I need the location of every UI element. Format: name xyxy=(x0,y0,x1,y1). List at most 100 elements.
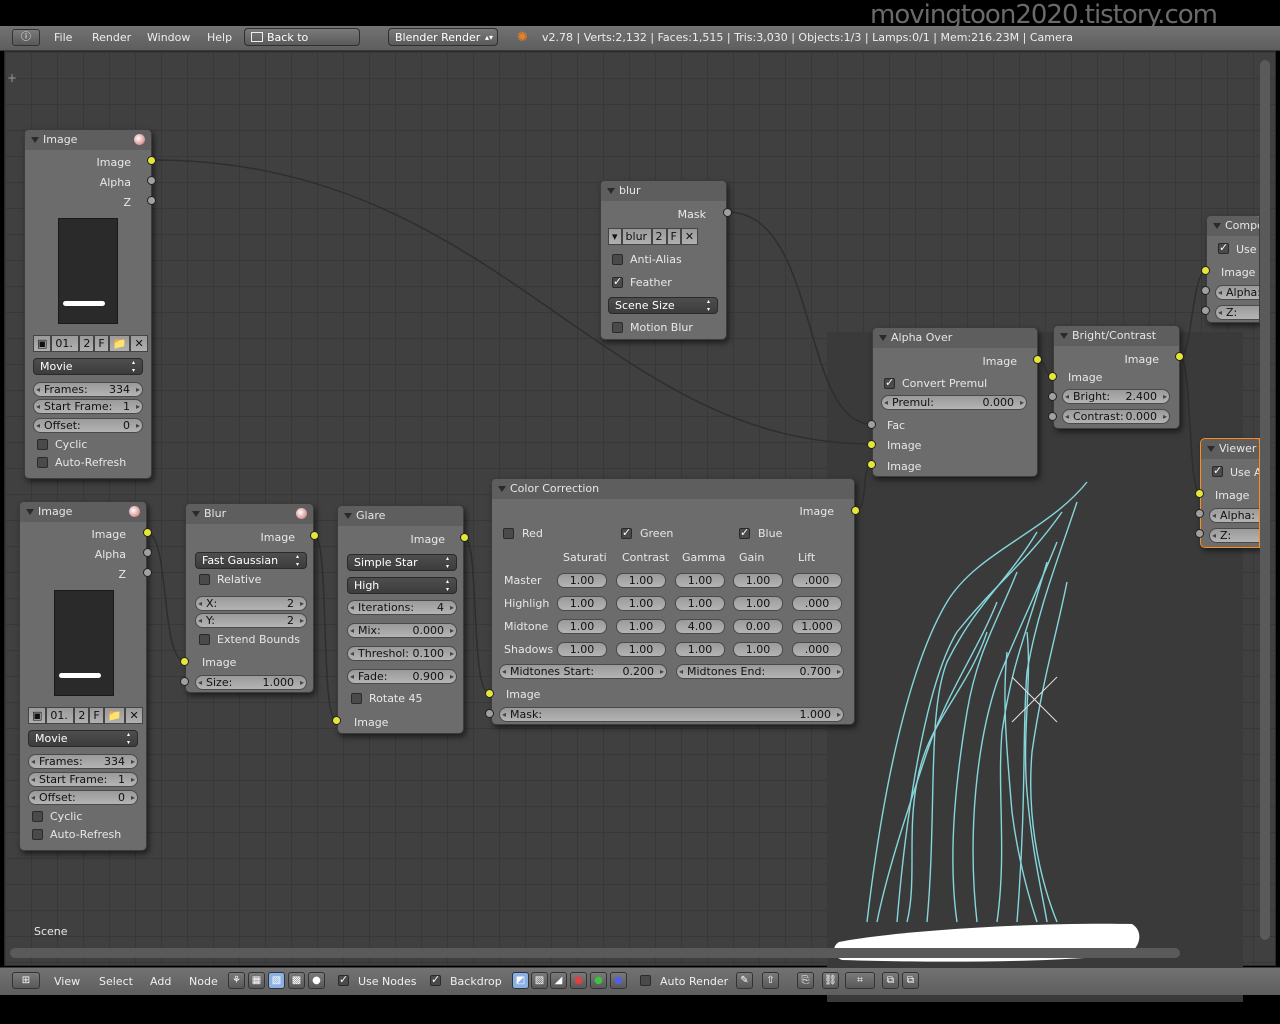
composite-node[interactable]: Compo Use Image Alpha: Z: xyxy=(1206,215,1260,323)
cyclic-checkbox[interactable] xyxy=(32,811,43,822)
size-field[interactable]: Size: 1.000 xyxy=(195,675,307,690)
node-header[interactable]: Compo xyxy=(1207,216,1259,236)
master-lift[interactable]: .000 xyxy=(792,573,842,588)
blur-node[interactable]: Blur Image Fast Gaussian Relative X: 2 Y:… xyxy=(185,503,314,693)
midtones-lift[interactable]: 1.000 xyxy=(792,619,842,634)
menu-window[interactable]: Window xyxy=(147,31,190,44)
vertical-scrollbar[interactable] xyxy=(1260,60,1270,940)
preview-sphere-icon[interactable] xyxy=(129,506,140,517)
viewer-node[interactable]: Viewer Use A Image Alpha: Z: xyxy=(1200,438,1260,548)
viewer-alpha-socket[interactable] xyxy=(1195,509,1204,518)
source-select[interactable]: Movie xyxy=(28,730,138,747)
filter-type-select[interactable]: Fast Gaussian xyxy=(195,552,307,569)
menu-add[interactable]: Add xyxy=(150,975,171,988)
colorcorrection-mask-socket[interactable] xyxy=(485,709,494,718)
master-gain[interactable]: 1.00 xyxy=(733,573,783,588)
image-datablock[interactable]: ▣ 01. 2 F 📁 ✕ xyxy=(33,335,148,352)
mask-datablock[interactable]: ▾ blur 2 F ✕ xyxy=(608,228,699,245)
glare-input-socket[interactable] xyxy=(332,716,341,725)
z-field[interactable]: Z: xyxy=(1209,528,1259,543)
brightcontrast-image-socket[interactable] xyxy=(1048,372,1057,381)
blur-input-image-socket[interactable] xyxy=(180,657,189,666)
menu-help[interactable]: Help xyxy=(207,31,232,44)
extend-bounds-checkbox[interactable] xyxy=(199,634,210,645)
fade-field[interactable]: Fade: 0.900 xyxy=(347,669,457,684)
image2-image-socket[interactable] xyxy=(143,528,152,537)
threshold-field[interactable]: Threshol:0.100 xyxy=(347,646,457,661)
unlink-close-icon[interactable]: ✕ xyxy=(680,228,699,245)
alphaover-fac-socket[interactable] xyxy=(867,420,876,429)
image-name-field[interactable]: 01. xyxy=(51,335,80,352)
mask-field[interactable]: Mask: 1.000 xyxy=(499,707,844,722)
midtones-start-field[interactable]: Midtones Start: 0.200 xyxy=(499,664,667,679)
bright-field[interactable]: Bright: 2.400 xyxy=(1062,389,1170,404)
midtones-end-field[interactable]: Midtones End: 0.700 xyxy=(676,664,844,679)
premul-field[interactable]: Premul: 0.000 xyxy=(881,395,1027,410)
image1-alpha-socket[interactable] xyxy=(147,176,156,185)
mask-browse-icon[interactable]: ▾ xyxy=(608,228,622,245)
node-header[interactable]: Bright/Contrast xyxy=(1054,326,1179,346)
horizontal-scrollbar[interactable] xyxy=(10,948,1180,958)
blue-checkbox[interactable] xyxy=(739,526,750,539)
use-nodes-checkbox[interactable] xyxy=(338,973,349,986)
open-file-icon[interactable]: 📁 xyxy=(103,707,126,724)
convert-premul-checkbox[interactable] xyxy=(884,376,895,389)
backdrop-checkbox[interactable] xyxy=(430,973,441,986)
red-checkbox[interactable] xyxy=(503,528,514,539)
master-saturation[interactable]: 1.00 xyxy=(557,573,607,588)
blur-input-size-socket[interactable] xyxy=(180,677,189,686)
paste-icon[interactable]: ⧉ xyxy=(902,972,919,989)
node-header[interactable]: Image xyxy=(25,130,151,150)
node-header[interactable]: Image xyxy=(20,502,146,522)
node-header[interactable]: Glare xyxy=(338,506,463,526)
image1-image-socket[interactable] xyxy=(147,156,156,165)
sphere-icon[interactable]: ● xyxy=(308,972,325,989)
node-header[interactable]: Color Correction xyxy=(492,479,854,499)
image2-z-socket[interactable] xyxy=(143,568,152,577)
auto-refresh-checkbox[interactable] xyxy=(37,457,48,468)
preview-sphere-icon[interactable] xyxy=(296,508,307,519)
tool-panel-toggle-icon[interactable]: + xyxy=(7,71,17,85)
use-alpha-checkbox[interactable] xyxy=(1212,464,1223,477)
image1-z-socket[interactable] xyxy=(147,196,156,205)
node-header[interactable]: Blur xyxy=(186,504,313,524)
offset-field[interactable]: Offset: 0 xyxy=(28,790,138,805)
master-gamma[interactable]: 1.00 xyxy=(675,573,725,588)
image-datablock[interactable]: ▣ 01. 2 F 📁 ✕ xyxy=(28,707,143,724)
link-icon[interactable]: ⛓ xyxy=(822,972,839,989)
master-contrast[interactable]: 1.00 xyxy=(616,573,666,588)
iterations-field[interactable]: Iterations: 4 xyxy=(347,600,457,615)
auto-render-checkbox[interactable] xyxy=(640,975,651,986)
glare-node[interactable]: Glare Image Simple Star High Iterations:… xyxy=(337,505,464,734)
alpha-over-node[interactable]: Alpha Over Image Convert Premul Premul: 0… xyxy=(872,327,1038,477)
channel-green-icon[interactable]: ● xyxy=(590,972,607,989)
colorcorrection-output-socket[interactable] xyxy=(851,506,860,515)
offset-field[interactable]: Offset: 0 xyxy=(33,418,143,433)
brightcontrast-bright-socket[interactable] xyxy=(1048,392,1057,401)
cyclic-checkbox[interactable] xyxy=(37,439,48,450)
checker-icon[interactable]: ▩ xyxy=(288,972,305,989)
anti-alias-checkbox[interactable] xyxy=(612,254,623,265)
brightcontrast-output-socket[interactable] xyxy=(1175,352,1184,361)
back-to-previous-button[interactable]: Back to Previous xyxy=(244,28,360,62)
menu-render[interactable]: Render xyxy=(92,31,131,44)
render-engine-select[interactable]: Blender Render ▴▾ xyxy=(388,28,498,46)
highlights-saturation[interactable]: 1.00 xyxy=(557,596,607,611)
image-name-field[interactable]: 01. xyxy=(46,707,75,724)
frames-field[interactable]: Frames: 334 xyxy=(28,754,138,769)
unlink-close-icon[interactable]: ✕ xyxy=(130,335,148,352)
feather-checkbox[interactable] xyxy=(612,275,623,288)
node-header[interactable]: Viewer xyxy=(1201,439,1259,459)
alphaover-output-socket[interactable] xyxy=(1033,355,1042,364)
editor-type-info-icon[interactable]: ⓘ xyxy=(12,29,40,46)
channel-rgba-icon[interactable]: ▨ xyxy=(531,972,548,989)
channel-alpha-icon[interactable]: ◢ xyxy=(550,972,567,989)
midtones-gain[interactable]: 0.00 xyxy=(733,619,783,634)
auto-refresh-checkbox[interactable] xyxy=(32,829,43,840)
midtones-contrast[interactable]: 1.00 xyxy=(616,619,666,634)
relative-checkbox[interactable] xyxy=(199,574,210,585)
composite-image-socket[interactable] xyxy=(1201,266,1210,275)
render-layer-icon[interactable]: ⎘ xyxy=(797,972,814,989)
colorcorrection-input-socket[interactable] xyxy=(485,689,494,698)
brightcontrast-contrast-socket[interactable] xyxy=(1048,412,1057,421)
